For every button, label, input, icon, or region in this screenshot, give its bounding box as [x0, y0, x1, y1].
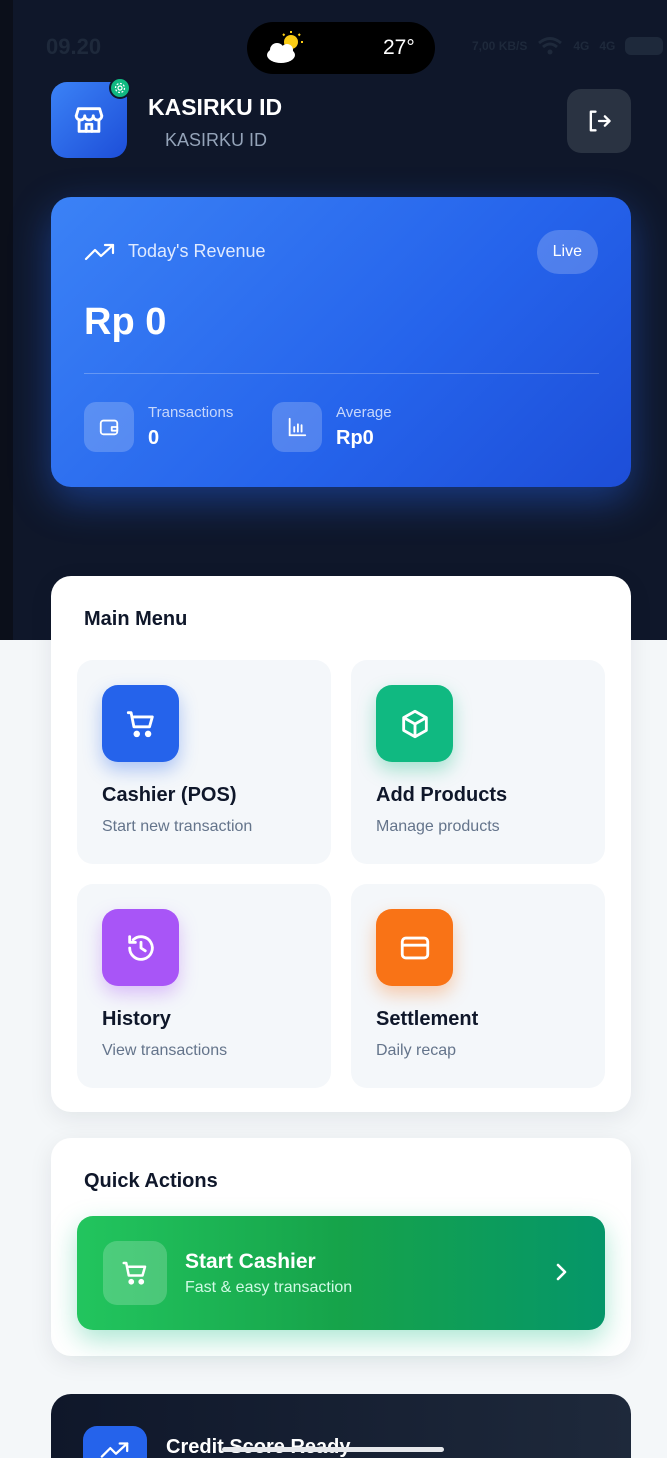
signal-label-1: 4G: [573, 39, 590, 53]
box-icon: [376, 685, 453, 762]
average-value: Rp0: [336, 427, 374, 449]
home-indicator[interactable]: [222, 1447, 444, 1452]
tile-subtitle: Manage products: [376, 818, 500, 835]
weather-icon: [267, 31, 303, 63]
start-cashier-title: Start Cashier: [185, 1250, 316, 1273]
menu-tile-cashier[interactable]: Cashier (POS) Start new transaction: [77, 660, 331, 864]
trending-up-icon: [83, 1426, 147, 1458]
trending-up-icon: [84, 243, 115, 260]
start-cashier-button[interactable]: Start Cashier Fast & easy transaction: [77, 1216, 605, 1330]
transactions-value: 0: [148, 427, 160, 449]
revenue-title-row: Today's Revenue: [84, 241, 266, 262]
status-time: 09.20: [46, 34, 102, 59]
tile-subtitle: Daily recap: [376, 1042, 457, 1059]
status-indicators: 7,00 KB/S 4G 4G: [472, 36, 664, 56]
logout-icon: [589, 110, 611, 132]
dynamic-island: 27°: [247, 22, 435, 74]
average-label: Average: [336, 404, 392, 421]
app-screen: 09.20 27° 7,00 KB/S 4G 4G KASIRKU ID KAS…: [0, 0, 667, 1458]
divider: [84, 373, 599, 374]
start-cashier-subtitle: Fast & easy transaction: [185, 1279, 353, 1296]
battery-icon: [625, 37, 664, 55]
history-icon: [102, 909, 179, 986]
network-speed: 7,00 KB/S: [472, 39, 528, 53]
tile-title: Settlement: [376, 1008, 479, 1030]
bar-chart-icon: [272, 402, 322, 452]
tile-title: Cashier (POS): [102, 784, 237, 806]
chevron-right-icon: [556, 1263, 567, 1281]
logout-button[interactable]: [567, 89, 631, 153]
main-menu-card: Main Menu Cashier (POS) Start new transa…: [51, 576, 631, 1112]
tile-subtitle: Start new transaction: [102, 818, 253, 835]
transactions-stat: Transactions 0: [84, 402, 233, 452]
temperature: 27°: [383, 36, 415, 59]
menu-tile-history[interactable]: History View transactions: [77, 884, 331, 1088]
cart-icon: [102, 685, 179, 762]
revenue-title: Today's Revenue: [128, 241, 266, 261]
quick-actions-card: Quick Actions Start Cashier Fast & easy …: [51, 1138, 631, 1356]
main-menu-title: Main Menu: [84, 608, 188, 630]
tile-subtitle: View transactions: [102, 1042, 228, 1059]
store-subtitle: KASIRKU ID: [165, 130, 268, 150]
average-stat: Average Rp0: [272, 402, 392, 452]
revenue-card: Today's Revenue Live Rp 0 Transactions 0: [51, 197, 631, 487]
live-badge: Live: [536, 230, 598, 274]
tile-title: History: [102, 1008, 171, 1030]
card-icon: [376, 909, 453, 986]
wifi-icon: [538, 37, 563, 55]
tile-title: Add Products: [376, 784, 508, 806]
transactions-label: Transactions: [148, 404, 234, 421]
wallet-icon: [84, 402, 134, 452]
revenue-amount: Rp 0: [84, 301, 167, 343]
store-name: KASIRKU ID: [148, 94, 283, 120]
screen-edge: [0, 0, 13, 640]
menu-tile-add-products[interactable]: Add Products Manage products: [351, 660, 605, 864]
quick-actions-title: Quick Actions: [84, 1170, 218, 1192]
signal-label-2: 4G: [599, 39, 616, 53]
gear-icon[interactable]: [109, 77, 131, 99]
menu-tile-settlement[interactable]: Settlement Daily recap: [351, 884, 605, 1088]
cart-icon: [103, 1241, 167, 1305]
